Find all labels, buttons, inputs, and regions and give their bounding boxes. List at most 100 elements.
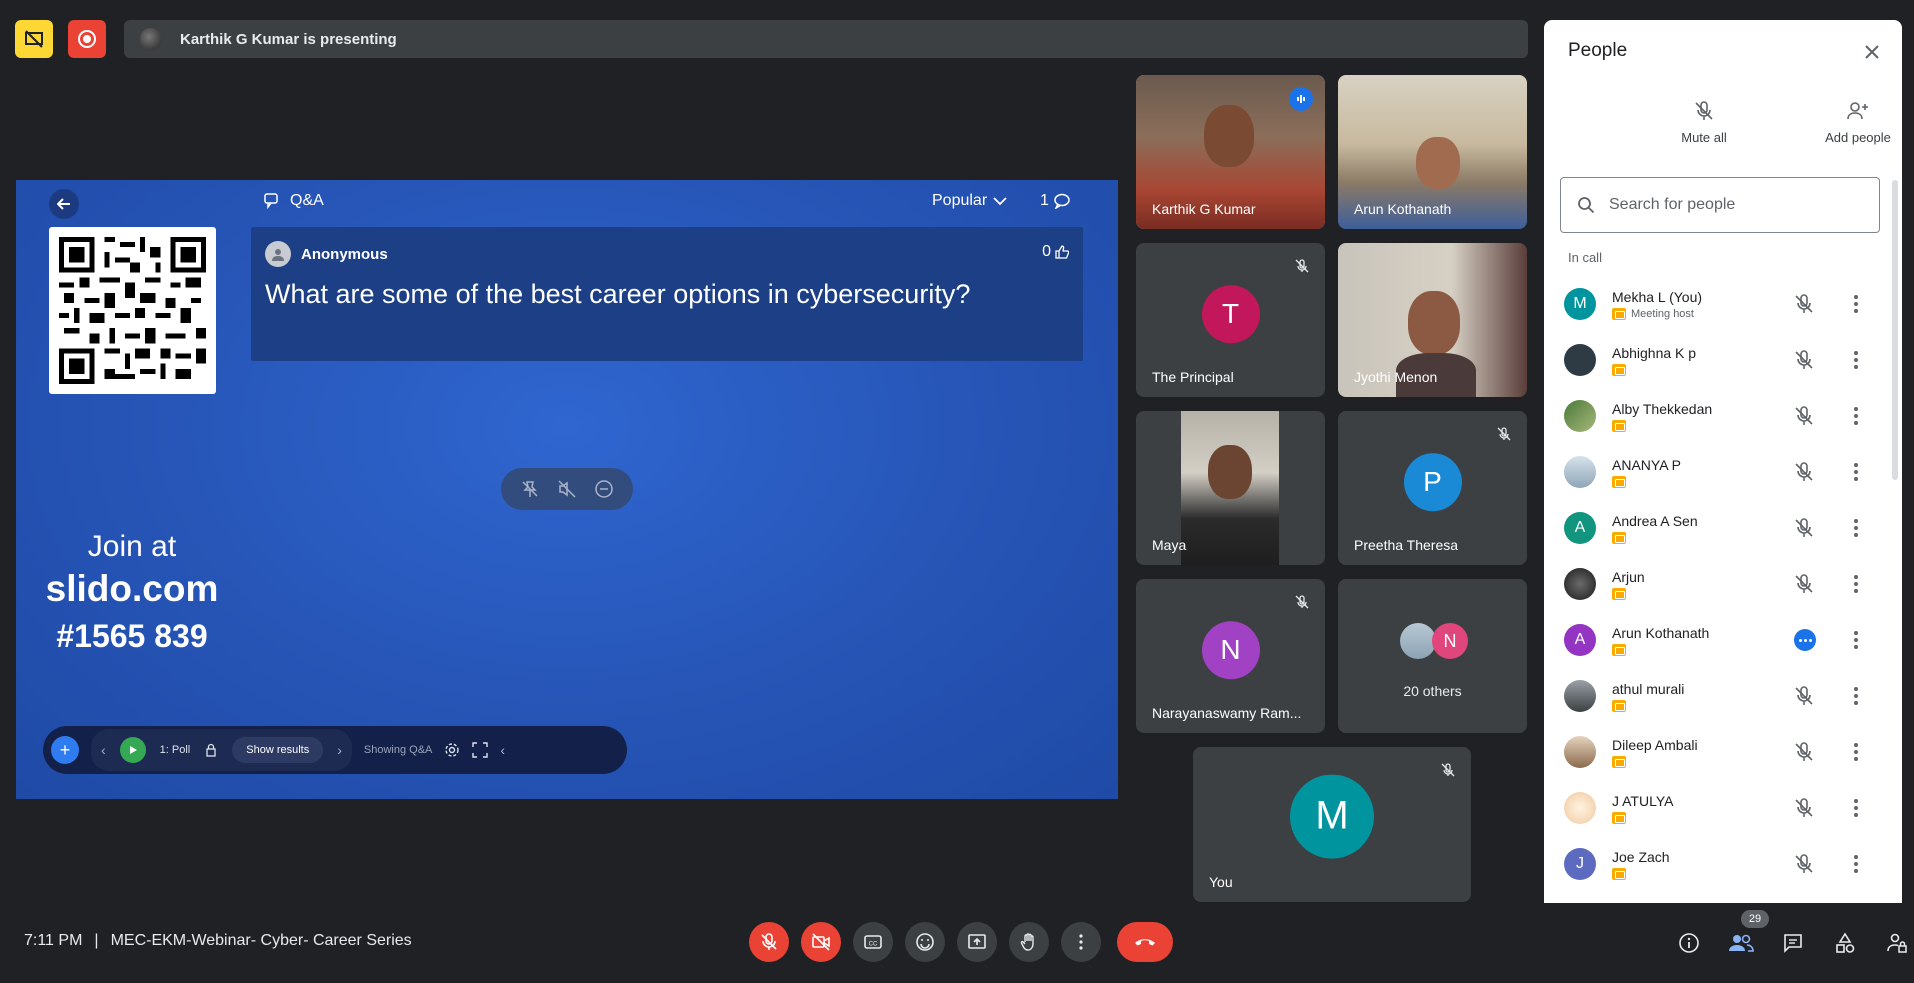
chevron-down-icon: [993, 197, 1007, 206]
mic-off-icon[interactable]: [1792, 348, 1816, 372]
chevron-right-icon[interactable]: ›: [337, 742, 342, 758]
participant-name: Preetha Theresa: [1354, 537, 1459, 553]
participant-name: Arun Kothanath: [1354, 201, 1452, 217]
list-item[interactable]: Abhighna K p: [1544, 332, 1894, 388]
list-item[interactable]: A Andrea A Sen: [1544, 500, 1894, 556]
participant-tile[interactable]: P Preetha Theresa: [1338, 411, 1527, 565]
question-count-value: 1: [1040, 192, 1049, 209]
list-item[interactable]: J Joe Zach: [1544, 836, 1894, 892]
list-item[interactable]: Arjun: [1544, 556, 1894, 612]
list-item[interactable]: athul murali: [1544, 668, 1894, 724]
add-people-button[interactable]: Add people: [1798, 100, 1902, 145]
more-options-icon[interactable]: [1844, 852, 1868, 876]
avatar: [1564, 736, 1596, 768]
more-options-icon[interactable]: [1844, 516, 1868, 540]
more-options-icon[interactable]: [1844, 404, 1868, 428]
recording-button[interactable]: [68, 20, 106, 58]
presenting-badge-icon: [1612, 755, 1626, 768]
pin-off-icon[interactable]: [520, 479, 540, 499]
present-screen-icon: [968, 934, 986, 949]
mic-off-icon[interactable]: [1792, 796, 1816, 820]
avatar: J: [1564, 848, 1596, 880]
person-name: athul murali: [1612, 680, 1685, 697]
chevron-left-icon[interactable]: ‹: [101, 742, 106, 758]
more-options-icon[interactable]: [1844, 348, 1868, 372]
collapse-toolbar-icon[interactable]: ‹: [500, 742, 505, 758]
list-item[interactable]: ANANYA P: [1544, 444, 1894, 500]
participant-tile[interactable]: N Narayanaswamy Ram...: [1136, 579, 1325, 733]
captions-button[interactable]: CC: [853, 922, 893, 962]
play-icon: [129, 746, 137, 754]
list-item[interactable]: Alby Thekkedan: [1544, 388, 1894, 444]
mic-off-icon[interactable]: [1792, 516, 1816, 540]
gear-icon[interactable]: [444, 742, 460, 758]
play-button[interactable]: [119, 737, 146, 763]
more-options-icon[interactable]: [1844, 740, 1868, 764]
others-avatar-photo: [1400, 623, 1436, 659]
microphone-button[interactable]: [749, 922, 789, 962]
like-count[interactable]: 0: [1042, 243, 1069, 261]
search-input[interactable]: [1609, 196, 1849, 214]
list-item[interactable]: Dileep Ambali: [1544, 724, 1894, 780]
lock-icon[interactable]: [204, 743, 218, 757]
poll-selector[interactable]: 1: Poll: [160, 744, 191, 756]
participant-face: [1408, 291, 1460, 355]
mic-off-icon[interactable]: [1792, 740, 1816, 764]
mic-off-icon[interactable]: [1792, 404, 1816, 428]
mute-all-button[interactable]: Mute all: [1644, 100, 1764, 145]
raise-hand-button[interactable]: [1009, 922, 1049, 962]
more-options-icon[interactable]: [1844, 628, 1868, 652]
arrow-left-icon: [57, 198, 70, 210]
self-tile[interactable]: M You: [1193, 747, 1471, 902]
close-icon: [1865, 45, 1879, 59]
sort-dropdown[interactable]: Popular: [932, 192, 1007, 210]
back-button[interactable]: [49, 189, 79, 219]
add-person-icon: [1847, 102, 1868, 120]
show-results-button[interactable]: Show results: [232, 737, 324, 763]
more-options-icon[interactable]: [1844, 460, 1868, 484]
minus-circle-icon[interactable]: [594, 479, 614, 499]
emoji-button[interactable]: [905, 922, 945, 962]
participant-tile[interactable]: Jyothi Menon: [1338, 243, 1527, 397]
participant-tile[interactable]: Arun Kothanath: [1338, 75, 1527, 229]
participant-tile[interactable]: T The Principal: [1136, 243, 1325, 397]
presenting-badge-icon: [1612, 811, 1626, 824]
fullscreen-icon[interactable]: [472, 742, 489, 758]
panel-title: People: [1568, 40, 1628, 61]
mic-off-icon[interactable]: [1792, 852, 1816, 876]
camera-button[interactable]: [801, 922, 841, 962]
list-item[interactable]: A Arun Kothanath: [1544, 612, 1894, 668]
mic-off-icon[interactable]: [1792, 572, 1816, 596]
host-controls-button[interactable]: [1884, 930, 1910, 956]
volume-off-icon[interactable]: [557, 479, 577, 499]
mic-off-icon[interactable]: [1792, 292, 1816, 316]
more-options-icon[interactable]: [1844, 292, 1868, 316]
question-card: Anonymous 0 What are some of the best ca…: [251, 227, 1083, 361]
add-button[interactable]: +: [51, 736, 79, 764]
mic-off-icon[interactable]: [1792, 460, 1816, 484]
people-search[interactable]: [1560, 177, 1880, 233]
people-button[interactable]: [1728, 930, 1754, 956]
meeting-details-button[interactable]: [1676, 930, 1702, 956]
more-options-icon[interactable]: [1844, 684, 1868, 708]
more-options-button[interactable]: [1061, 922, 1101, 962]
list-item[interactable]: M Mekha L (You) Meeting host: [1544, 276, 1894, 332]
presenting-badge-icon: [1612, 699, 1626, 712]
more-options-icon[interactable]: [1844, 572, 1868, 596]
mic-off-icon[interactable]: [1792, 684, 1816, 708]
more-options-icon[interactable]: [1844, 796, 1868, 820]
side-panel-toggles: [1676, 930, 1910, 956]
presenting-badge-icon: [1612, 363, 1626, 376]
presenting-badge-icon: [1612, 475, 1626, 488]
present-button[interactable]: [957, 922, 997, 962]
leave-call-button[interactable]: [1117, 922, 1173, 962]
close-button[interactable]: [1860, 40, 1884, 64]
activities-button[interactable]: [1832, 930, 1858, 956]
others-tile[interactable]: N 20 others: [1338, 579, 1527, 733]
participant-tile[interactable]: Maya: [1136, 411, 1325, 565]
avatar: [1564, 344, 1596, 376]
chat-button[interactable]: [1780, 930, 1806, 956]
list-item[interactable]: J ATULYA: [1544, 780, 1894, 836]
participant-tile[interactable]: Karthik G Kumar: [1136, 75, 1325, 229]
stop-presenting-button[interactable]: [15, 20, 53, 58]
